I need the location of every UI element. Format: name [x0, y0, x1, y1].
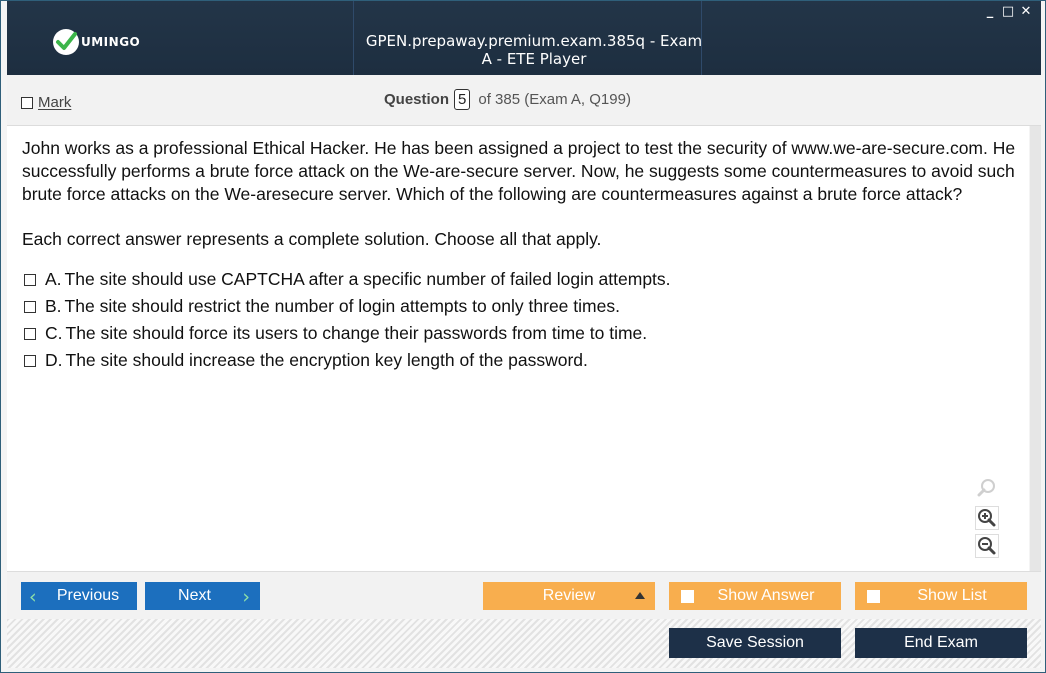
vertical-scrollbar[interactable] [1030, 126, 1041, 571]
zoom-out-icon[interactable] [975, 534, 999, 558]
show-answer-label: Show Answer [717, 587, 815, 604]
option-c[interactable]: C. The site should force its users to ch… [24, 320, 671, 347]
window-title: GPEN.prepaway.premium.exam.385q - Exam A… [365, 32, 703, 68]
option-checkbox[interactable] [24, 354, 36, 367]
mark-checkbox[interactable]: Mark [21, 94, 71, 111]
next-label: Next [178, 587, 211, 604]
option-text: The site should use CAPTCHA after a spec… [64, 269, 671, 289]
question-panel: John works as a professional Ethical Hac… [7, 126, 1029, 571]
app-window: UMINGO GPEN.prepaway.premium.exam.385q -… [0, 0, 1046, 673]
option-a[interactable]: A. The site should use CAPTCHA after a s… [24, 266, 671, 293]
question-number-input[interactable]: 5 [454, 89, 471, 110]
show-list-label: Show List [917, 587, 987, 604]
title-divider [353, 1, 354, 75]
question-header: Mark Question 5 of 385 (Exam A, Q199) [7, 75, 1041, 126]
zoom-in-icon[interactable] [975, 506, 999, 530]
close-button[interactable]: ✕ [1019, 4, 1033, 19]
search-icon[interactable] [975, 476, 999, 500]
option-letter: B. [45, 296, 62, 316]
question-total: of 385 (Exam A, Q199) [478, 91, 631, 108]
option-b[interactable]: B. The site should restrict the number o… [24, 293, 671, 320]
chevron-left-icon: ‹ [29, 586, 37, 608]
title-bar: UMINGO GPEN.prepaway.premium.exam.385q -… [7, 1, 1041, 75]
question-text: John works as a professional Ethical Hac… [22, 138, 1016, 204]
navigation-bar: ‹ Previous Next › Review Show Answer Sho… [7, 571, 1041, 620]
question-counter: Question 5 of 385 (Exam A, Q199) [384, 89, 631, 110]
caret-up-icon [635, 592, 645, 599]
option-checkbox[interactable] [24, 300, 36, 313]
window-controls: _ □ ✕ [983, 4, 1033, 19]
show-list-checkbox[interactable] [867, 590, 880, 603]
show-list-button[interactable]: Show List [855, 582, 1027, 610]
option-letter: D. [45, 350, 63, 370]
footer-bar: Save Session End Exam [7, 619, 1041, 668]
chevron-right-icon: › [242, 586, 250, 608]
review-label: Review [542, 587, 596, 604]
logo-check-icon [53, 29, 79, 55]
question-instruction: Each correct answer represents a complet… [22, 229, 602, 249]
end-exam-label: End Exam [904, 634, 978, 651]
option-checkbox[interactable] [24, 327, 36, 340]
previous-label: Previous [56, 587, 120, 604]
show-answer-button[interactable]: Show Answer [669, 582, 841, 610]
answer-options: A. The site should use CAPTCHA after a s… [24, 266, 671, 374]
question-label: Question [384, 91, 450, 108]
show-answer-checkbox[interactable] [681, 590, 694, 603]
option-checkbox[interactable] [24, 273, 36, 286]
save-session-button[interactable]: Save Session [669, 628, 841, 658]
option-letter: C. [45, 323, 63, 343]
next-button[interactable]: Next › [145, 582, 260, 610]
save-session-label: Save Session [706, 634, 804, 651]
review-button[interactable]: Review [483, 582, 655, 610]
option-text: The site should restrict the number of l… [64, 296, 620, 316]
minimize-button[interactable]: _ [983, 4, 997, 19]
option-text: The site should force its users to chang… [65, 323, 648, 343]
previous-button[interactable]: ‹ Previous [21, 582, 137, 610]
logo-text: UMINGO [81, 35, 141, 49]
app-logo: UMINGO [53, 27, 140, 57]
mark-label[interactable]: Mark [38, 94, 71, 111]
end-exam-button[interactable]: End Exam [855, 628, 1027, 658]
option-letter: A. [45, 269, 62, 289]
option-text: The site should increase the encryption … [65, 350, 588, 370]
maximize-button[interactable]: □ [1001, 4, 1015, 19]
option-d[interactable]: D. The site should increase the encrypti… [24, 347, 671, 374]
mark-checkbox-box[interactable] [21, 96, 33, 109]
